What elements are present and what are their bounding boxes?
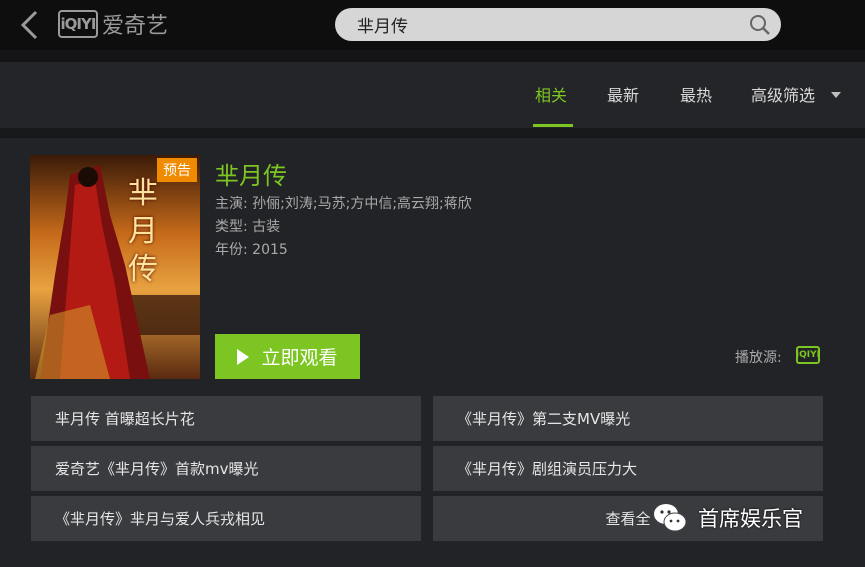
tab-advanced-filter[interactable]: 高级筛选 <box>751 82 815 106</box>
clip-item[interactable]: 爱奇艺《芈月传》首款mv曝光 <box>31 446 421 491</box>
show-title[interactable]: 芈月传 <box>215 156 287 191</box>
clip-item[interactable]: 芈月传 首曝超长片花 <box>31 396 421 441</box>
year-info: 年份: 2015 <box>215 242 288 258</box>
watch-now-button[interactable]: 立即观看 <box>215 334 360 379</box>
top-bar: iQIYI 爱奇艺 芈月传 <box>0 0 865 50</box>
poster-artwork <box>30 155 200 379</box>
source-label: 播放源: <box>735 350 782 366</box>
active-tab-indicator <box>533 124 573 127</box>
tab-bar: 相关 最新 最热 高级筛选 <box>0 62 865 128</box>
section-divider <box>0 128 865 138</box>
search-icon[interactable] <box>749 14 771 36</box>
clip-item[interactable]: 《芈月传》第二支MV曝光 <box>433 396 823 441</box>
watermark: 首席娱乐官 <box>652 500 803 536</box>
trailer-badge: 预告 <box>157 158 197 182</box>
tab-latest[interactable]: 最新 <box>607 82 639 106</box>
wechat-icon <box>654 504 687 532</box>
poster-title: 芈月传 <box>128 176 158 287</box>
logo-text: 爱奇艺 <box>102 14 169 39</box>
clip-item[interactable]: 《芈月传》剧组演员压力大 <box>433 446 823 491</box>
chevron-down-icon[interactable] <box>831 92 841 98</box>
genre-info: 类型: 古装 <box>215 219 281 235</box>
source-iqiyi-icon: iQIYI <box>796 346 820 364</box>
logo-mark: iQIYI <box>58 10 98 38</box>
play-icon <box>237 348 250 365</box>
watermark-text: 首席娱乐官 <box>698 507 803 531</box>
tab-related[interactable]: 相关 <box>535 82 567 106</box>
watch-now-label: 立即观看 <box>261 347 338 369</box>
header-divider <box>0 50 865 62</box>
search-input[interactable]: 芈月传 <box>335 8 781 41</box>
back-arrow-icon[interactable] <box>18 10 42 40</box>
search-query: 芈月传 <box>357 17 408 37</box>
poster-image[interactable]: 芈月传 预告 <box>30 155 200 379</box>
iqiyi-logo[interactable]: iQIYI 爱奇艺 <box>58 8 168 40</box>
clip-item[interactable]: 《芈月传》芈月与爱人兵戎相见 <box>31 496 421 541</box>
tab-hottest[interactable]: 最热 <box>680 82 712 106</box>
cast-info: 主演: 孙俪;刘涛;马苏;方中信;高云翔;蒋欣 <box>215 196 472 212</box>
